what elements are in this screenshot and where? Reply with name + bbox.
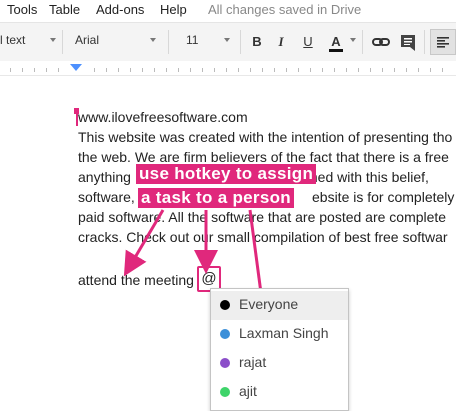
menu-table[interactable]: Table bbox=[49, 2, 80, 17]
ruler-tick bbox=[298, 68, 299, 72]
mention-option-rajat[interactable]: rajat bbox=[211, 349, 348, 378]
document-canvas[interactable]: www.ilovefreesoftware.com This website w… bbox=[0, 76, 456, 411]
ruler[interactable] bbox=[0, 61, 456, 76]
ruler-tick bbox=[46, 68, 47, 72]
ruler-tick bbox=[166, 68, 167, 72]
ruler-tick bbox=[370, 68, 371, 72]
ruler-tick bbox=[322, 68, 323, 72]
toolbar-divider bbox=[168, 30, 169, 54]
indent-marker-icon[interactable] bbox=[70, 64, 82, 71]
italic-button[interactable]: I bbox=[270, 32, 292, 52]
menu-help[interactable]: Help bbox=[160, 2, 187, 17]
ruler-tick bbox=[226, 68, 227, 72]
ruler-tick bbox=[418, 68, 419, 72]
ruler-tick bbox=[118, 68, 119, 72]
mention-option-ajit[interactable]: ajit bbox=[211, 378, 348, 407]
ruler-tick bbox=[190, 68, 191, 72]
ruler-tick bbox=[94, 68, 95, 72]
ruler-tick bbox=[358, 68, 359, 72]
text-color-swatch bbox=[329, 49, 343, 52]
align-left-icon bbox=[437, 37, 449, 48]
ruler-tick bbox=[130, 68, 131, 72]
toolbar-divider bbox=[424, 30, 425, 54]
menu-bar: Tools Table Add-ons Help All changes sav… bbox=[0, 0, 456, 22]
color-dot-icon bbox=[220, 329, 230, 339]
ruler-tick bbox=[10, 68, 11, 72]
ruler-tick bbox=[142, 68, 143, 72]
color-dot-icon bbox=[220, 300, 230, 310]
mention-option-label: ajit bbox=[239, 383, 257, 399]
ruler-tick bbox=[346, 68, 347, 72]
font-select[interactable]: Arial bbox=[75, 33, 99, 47]
ruler-tick bbox=[34, 68, 35, 72]
ruler-tick bbox=[58, 68, 59, 72]
ruler-tick bbox=[22, 68, 23, 72]
color-dot-icon bbox=[220, 387, 230, 397]
mention-option-everyone[interactable]: Everyone bbox=[211, 291, 348, 320]
underline-button[interactable]: U bbox=[297, 32, 319, 52]
text-color-icon: A bbox=[331, 34, 341, 49]
bold-button[interactable]: B bbox=[246, 32, 268, 52]
ruler-tick bbox=[430, 68, 431, 72]
mention-option-label: rajat bbox=[239, 354, 267, 370]
ruler-tick bbox=[382, 68, 383, 72]
ruler-tick bbox=[286, 68, 287, 72]
mention-option-laxman-singh[interactable]: Laxman Singh bbox=[211, 320, 348, 349]
mention-option-label: Laxman Singh bbox=[239, 325, 329, 341]
link-icon[interactable] bbox=[371, 32, 391, 57]
style-dropdown-icon[interactable] bbox=[50, 38, 56, 42]
toolbar-divider bbox=[362, 30, 363, 54]
ruler-tick bbox=[310, 68, 311, 72]
color-dropdown-icon[interactable] bbox=[350, 38, 356, 42]
menu-tools[interactable]: Tools bbox=[7, 2, 37, 17]
size-dropdown-icon[interactable] bbox=[224, 38, 230, 42]
save-status: All changes saved in Drive bbox=[208, 2, 362, 17]
ruler-tick bbox=[262, 68, 263, 72]
text-color-button[interactable]: A bbox=[325, 32, 347, 52]
style-select[interactable]: l text bbox=[0, 33, 25, 47]
ruler-tick bbox=[202, 68, 203, 72]
toolbar: l text Arial 11 B I U A bbox=[0, 22, 456, 62]
ruler-tick bbox=[442, 68, 443, 72]
ruler-tick bbox=[178, 68, 179, 72]
mention-popup: Everyone Laxman Singh rajat ajit bbox=[210, 288, 349, 411]
arrow-to-text bbox=[123, 209, 165, 277]
toolbar-divider bbox=[62, 30, 63, 54]
ruler-tick bbox=[394, 68, 395, 72]
ruler-tick bbox=[334, 68, 335, 72]
ruler-tick bbox=[406, 68, 407, 72]
menu-add-ons[interactable]: Add-ons bbox=[96, 2, 144, 17]
ruler-tick bbox=[214, 68, 215, 72]
mention-option-label: Everyone bbox=[239, 296, 299, 312]
ruler-tick bbox=[106, 68, 107, 72]
ruler-tick bbox=[274, 68, 275, 72]
toolbar-divider bbox=[240, 30, 241, 54]
ruler-tick bbox=[238, 68, 239, 72]
align-left-button[interactable] bbox=[430, 29, 456, 55]
font-size-select[interactable]: 11 bbox=[186, 33, 198, 47]
color-dot-icon bbox=[220, 358, 230, 368]
ruler-tick bbox=[154, 68, 155, 72]
font-dropdown-icon[interactable] bbox=[150, 38, 156, 42]
ruler-tick bbox=[250, 68, 251, 72]
comment-icon[interactable] bbox=[398, 32, 418, 57]
